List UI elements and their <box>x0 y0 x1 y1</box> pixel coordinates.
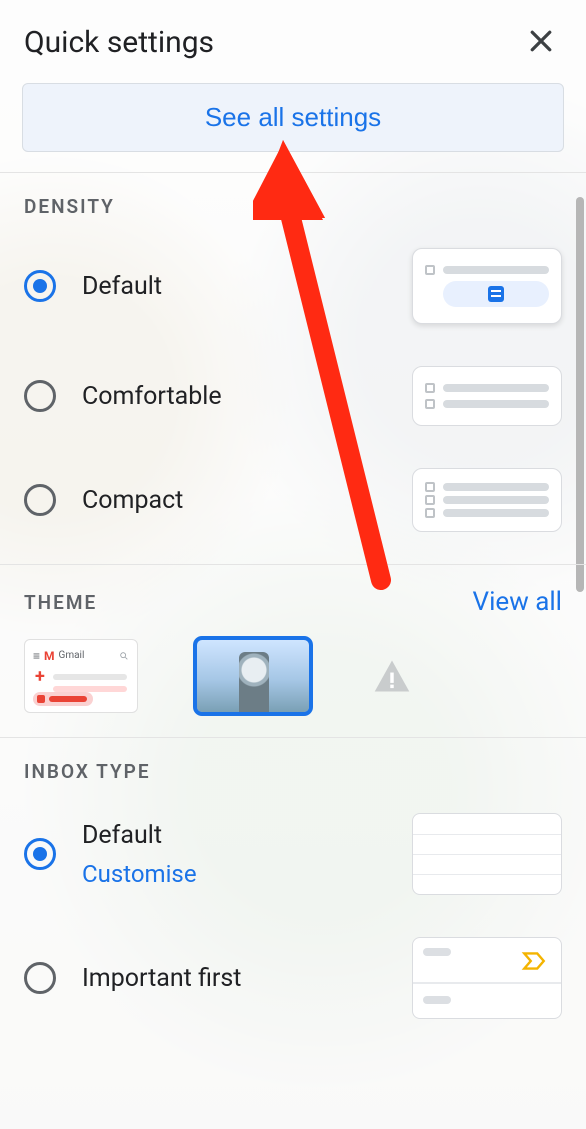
inbox-type-option-default[interactable]: Default Customise <box>24 813 562 895</box>
density-option-compact[interactable]: Compact <box>24 468 562 532</box>
density-preview-compact <box>412 468 562 532</box>
section-inbox-type: INBOX TYPE Default Customise Impor <box>0 737 586 1043</box>
view-all-themes-link[interactable]: View all <box>473 587 562 617</box>
quick-settings-panel: Quick settings See all settings DENSITY … <box>0 0 586 1129</box>
customise-link[interactable]: Customise <box>82 860 197 888</box>
inbox-type-label: Default Customise <box>82 821 197 888</box>
section-title-density: DENSITY <box>24 195 115 218</box>
gmail-m-icon: M <box>44 649 55 663</box>
warning-icon <box>371 657 413 695</box>
theme-swatch-high-contrast[interactable] <box>368 652 416 700</box>
density-label: Comfortable <box>82 382 222 411</box>
inbox-type-option-important-first[interactable]: Important first <box>24 937 562 1019</box>
close-button[interactable] <box>520 20 562 65</box>
radio-icon <box>24 962 56 994</box>
radio-selected-icon <box>24 270 56 302</box>
mail-icon <box>488 286 504 302</box>
density-option-default[interactable]: Default <box>24 248 562 324</box>
search-icon <box>119 646 129 665</box>
density-label: Compact <box>82 486 183 515</box>
density-preview-default <box>412 248 562 324</box>
section-title-inbox-type: INBOX TYPE <box>24 760 151 783</box>
inbox-type-label-text: Default <box>82 821 162 850</box>
radio-icon <box>24 484 56 516</box>
inbox-type-label: Important first <box>82 964 241 993</box>
section-title-theme: THEME <box>24 591 97 614</box>
section-theme: THEME View all ≡MGmail + <box>0 564 586 737</box>
panel-title: Quick settings <box>24 25 214 60</box>
panel-header: Quick settings <box>0 0 586 75</box>
close-icon <box>526 26 556 56</box>
radio-selected-icon <box>24 838 56 870</box>
radio-icon <box>24 380 56 412</box>
important-marker-icon <box>521 950 547 976</box>
section-density: DENSITY Default Comfortable <box>0 172 586 564</box>
inbox-preview-important-first <box>412 937 562 1019</box>
plus-icon: + <box>35 668 45 686</box>
density-label: Default <box>82 272 162 301</box>
see-all-settings-button[interactable]: See all settings <box>22 83 564 152</box>
theme-swatch-photo[interactable] <box>196 639 310 713</box>
inbox-preview-default <box>412 813 562 895</box>
density-preview-comfortable <box>412 366 562 426</box>
menu-icon: ≡ <box>33 649 40 663</box>
density-option-comfortable[interactable]: Comfortable <box>24 366 562 426</box>
theme-swatch-gmail-default[interactable]: ≡MGmail + <box>24 639 138 713</box>
